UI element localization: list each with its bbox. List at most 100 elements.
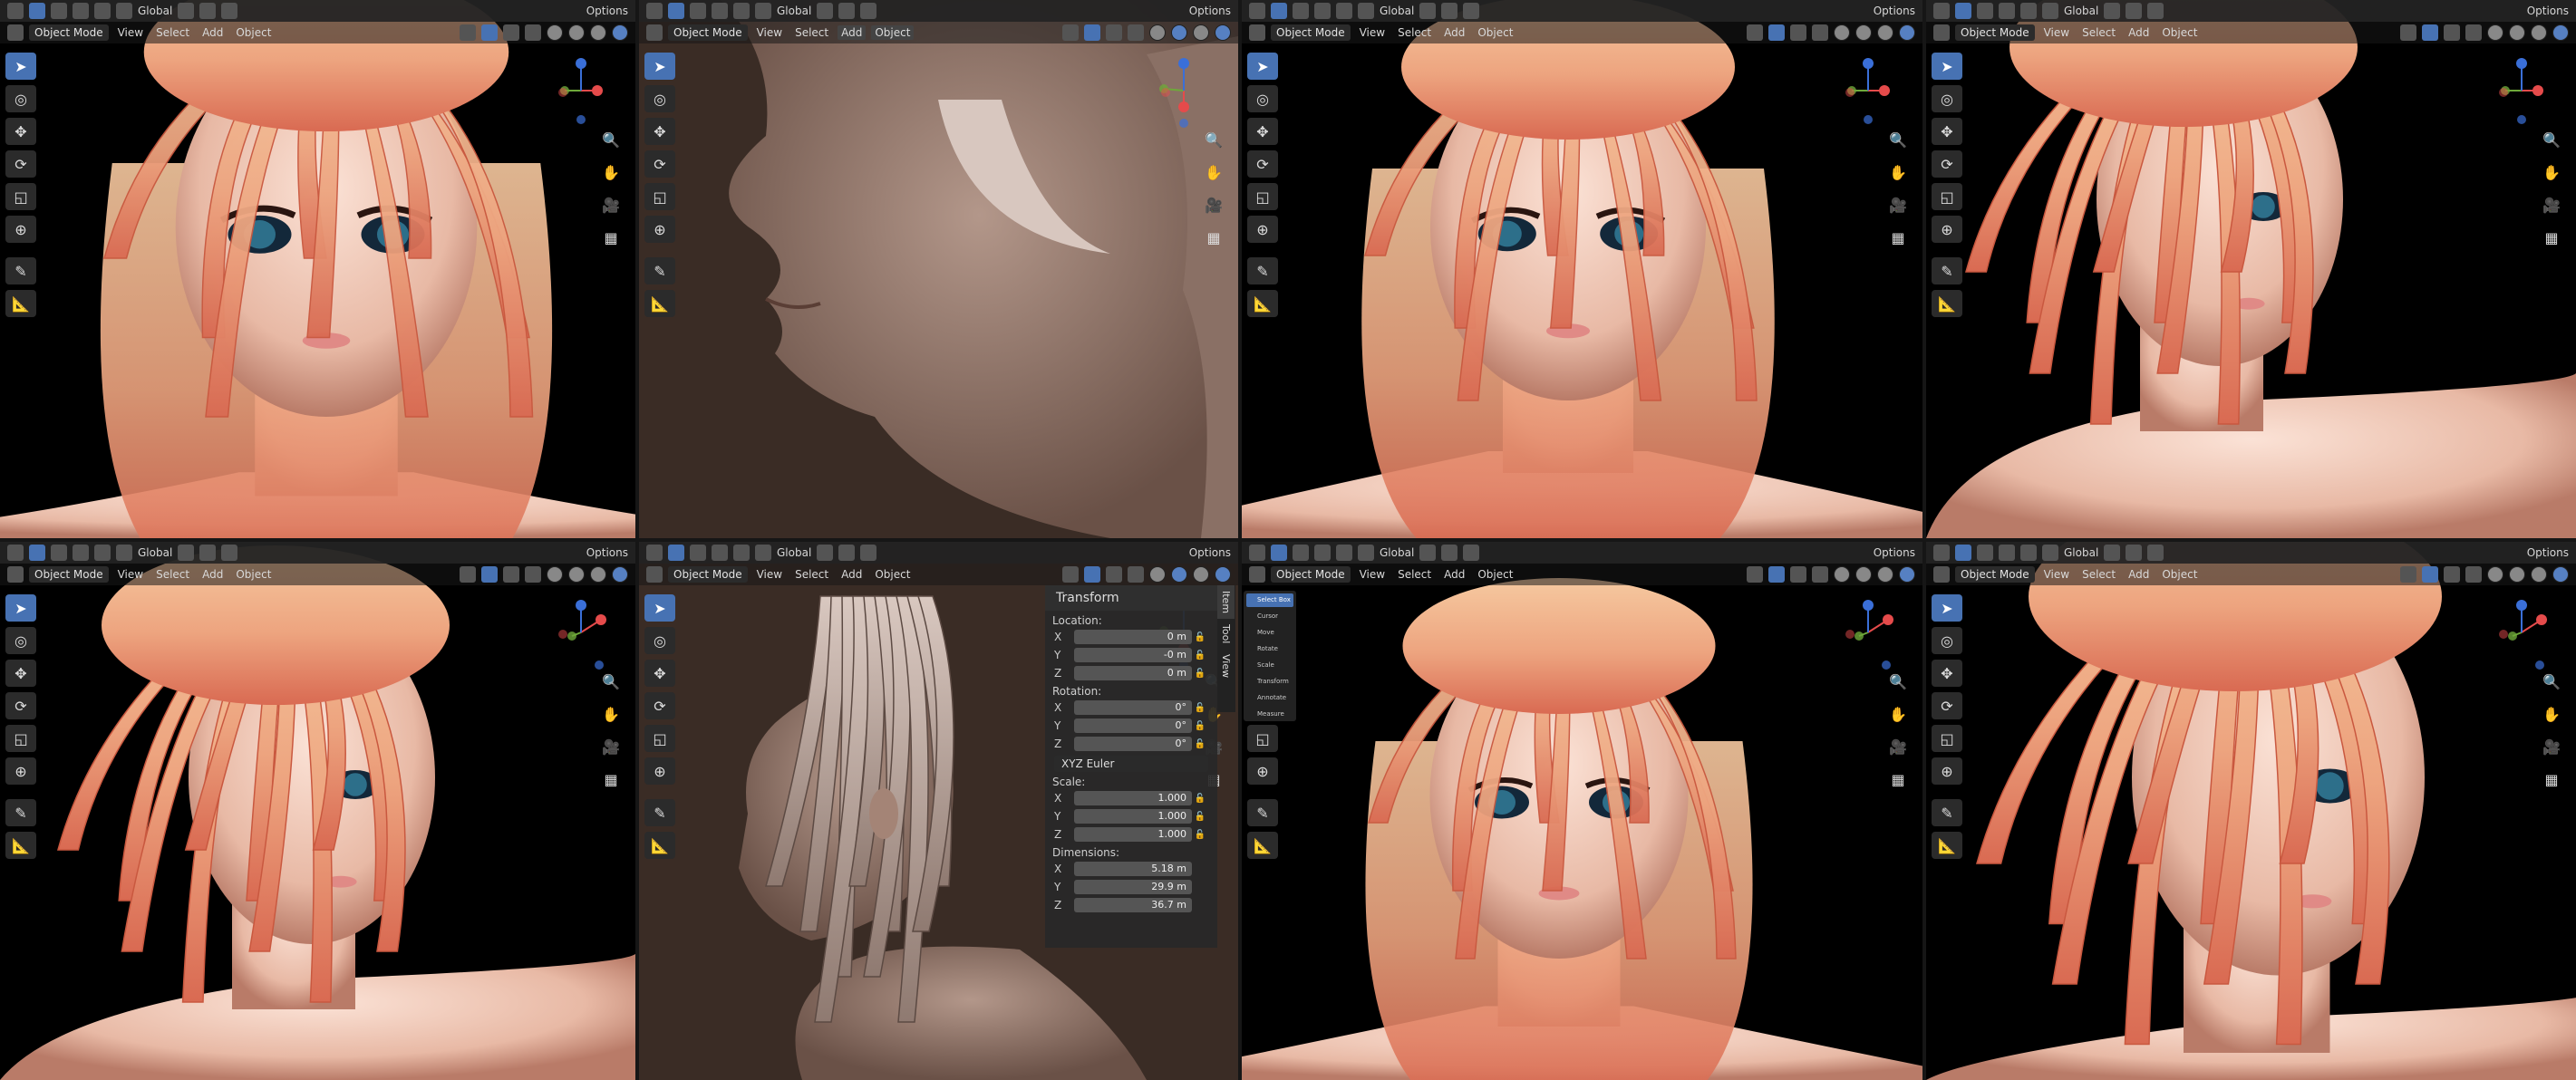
rotate-icon[interactable]: ⟳ [644, 150, 675, 178]
viewport-1[interactable]: Global Options Object Mode View Select Add Obj… [0, 0, 635, 538]
rotate-icon[interactable]: ⟳ [1932, 692, 1962, 719]
shading-solid-icon[interactable] [1855, 24, 1872, 41]
pencil-icon[interactable]: ✎ [1247, 799, 1278, 826]
menu-select[interactable]: Select [2078, 25, 2119, 40]
shading-material-icon[interactable] [2531, 566, 2547, 583]
menu-add[interactable]: Add [1440, 567, 1468, 582]
pencil-icon[interactable]: ✎ [5, 799, 36, 826]
transform-panel-title[interactable]: Transform [1045, 585, 1217, 611]
pivot-icon[interactable] [2104, 3, 2121, 19]
select-mode-icon[interactable] [1955, 3, 1971, 19]
lock-icon[interactable]: 🔓 [1192, 632, 1208, 642]
rotation-mode-dropdown[interactable]: XYZ Euler [1054, 756, 1208, 772]
lock-icon[interactable]: 🔓 [1192, 739, 1208, 749]
tab-view[interactable]: View [1217, 649, 1235, 683]
overlay-icon[interactable] [1106, 24, 1122, 41]
transform-icon[interactable]: ⊕ [644, 757, 675, 785]
overlay-icon[interactable] [1790, 24, 1806, 41]
mode-dropdown[interactable]: Object Mode [1271, 24, 1351, 41]
viewport-render[interactable] [1242, 0, 1922, 538]
location-x-field[interactable]: 0 m [1074, 630, 1192, 644]
magnifier-icon[interactable]: 🔍 [597, 127, 625, 152]
magnifier-icon[interactable]: 🔍 [2538, 669, 2565, 694]
pivot-icon[interactable] [1419, 545, 1437, 561]
move-icon[interactable]: ✥ [644, 118, 675, 145]
menu-object[interactable]: Object [1474, 25, 1516, 40]
shading-rendered-icon[interactable] [2552, 24, 2569, 41]
shading-solid-icon[interactable] [2509, 24, 2525, 41]
proportional-edit-icon[interactable] [1463, 545, 1480, 561]
gizmo-toggle-icon[interactable] [481, 24, 498, 41]
selection-mode-icon[interactable] [1336, 3, 1352, 19]
selection-mode-icon[interactable] [1293, 545, 1309, 561]
rotation-x-field[interactable]: 0° [1074, 700, 1192, 715]
tool-popup-select-box[interactable]: Select Box [1246, 593, 1293, 607]
rotation-y-row[interactable]: Y 0° 🔓 [1054, 718, 1208, 734]
editor-type-icon[interactable] [1933, 3, 1950, 19]
select-mode-icon[interactable] [29, 545, 45, 561]
options-dropdown[interactable]: Options [2527, 5, 2569, 17]
selection-mode-icon[interactable] [51, 3, 67, 19]
selection-mode-icon[interactable] [94, 545, 111, 561]
options-dropdown[interactable]: Options [1874, 5, 1915, 17]
menu-view[interactable]: View [2040, 25, 2073, 40]
transform-icon[interactable]: ⊕ [5, 216, 36, 243]
grid-icon[interactable]: ▦ [2538, 767, 2565, 792]
xray-icon[interactable] [525, 566, 541, 583]
visibility-icon[interactable] [1747, 566, 1763, 583]
camera-icon[interactable]: 🎥 [1884, 192, 1912, 217]
transform-icon[interactable]: ⊕ [1247, 757, 1278, 785]
tool-popup-move[interactable]: Move [1246, 626, 1293, 640]
snap-icon[interactable] [199, 3, 217, 19]
lock-icon[interactable]: 🔓 [1192, 812, 1208, 822]
pencil-icon[interactable]: ✎ [644, 799, 675, 826]
hand-icon[interactable]: ✋ [2538, 159, 2565, 185]
pencil-icon[interactable]: ✎ [1932, 799, 1962, 826]
mode-dropdown[interactable]: Object Mode [1271, 566, 1351, 583]
selection-mode-icon[interactable] [1314, 545, 1331, 561]
proportional-edit-icon[interactable] [221, 545, 238, 561]
transform-orientation-dropdown[interactable]: Global [2064, 546, 2098, 559]
scale-icon[interactable]: ◱ [5, 183, 36, 210]
menu-add[interactable]: Add [1440, 25, 1468, 40]
ruler-icon[interactable]: 📐 [1932, 832, 1962, 859]
rotate-icon[interactable]: ⟳ [5, 150, 36, 178]
transform-orientation-dropdown[interactable]: Global [777, 5, 811, 17]
selection-mode-icon[interactable] [712, 3, 728, 19]
menu-select[interactable]: Select [152, 25, 193, 40]
axis-gizmo[interactable] [1832, 594, 1904, 676]
location-x-row[interactable]: X 0 m 🔓 [1054, 629, 1208, 645]
grid-icon[interactable]: ▦ [2538, 225, 2565, 250]
xray-icon[interactable] [525, 24, 541, 41]
transform-icon[interactable]: ⊕ [1932, 757, 1962, 785]
transform-orientation-dropdown[interactable]: Global [777, 546, 811, 559]
location-z-field[interactable]: 0 m [1074, 666, 1192, 680]
proportional-edit-icon[interactable] [860, 545, 877, 561]
transform-orientation-dropdown[interactable]: Global [138, 546, 172, 559]
menu-select[interactable]: Select [1394, 567, 1435, 582]
menu-view[interactable]: View [1356, 25, 1389, 40]
viewport-4[interactable]: Global Options Object Mode View Select Add Obj… [1926, 0, 2576, 538]
viewport-render[interactable] [0, 542, 635, 1080]
selection-mode-icon[interactable] [2020, 3, 2037, 19]
magnifier-icon[interactable]: 🔍 [597, 669, 625, 694]
proportional-edit-icon[interactable] [2147, 545, 2164, 561]
selection-mode-icon[interactable] [1977, 3, 1993, 19]
editor-type-icon[interactable] [1933, 566, 1950, 583]
menu-object[interactable]: Object [2158, 25, 2201, 40]
selection-mode-icon[interactable] [1336, 545, 1352, 561]
hand-icon[interactable]: ✋ [2538, 701, 2565, 727]
navigation-gizmo[interactable] [1832, 594, 1904, 676]
scale-icon[interactable]: ◱ [644, 183, 675, 210]
tab-item[interactable]: Item [1217, 585, 1235, 620]
snap-icon[interactable] [838, 3, 856, 19]
menu-view[interactable]: View [114, 567, 147, 582]
shading-wireframe-icon[interactable] [547, 566, 563, 583]
selection-mode-icon[interactable] [73, 545, 89, 561]
pivot-icon[interactable] [178, 3, 195, 19]
shading-wireframe-icon[interactable] [1834, 566, 1850, 583]
lock-icon[interactable]: 🔓 [1192, 830, 1208, 840]
shading-wireframe-icon[interactable] [2487, 566, 2503, 583]
ruler-icon[interactable]: 📐 [644, 832, 675, 859]
selection-mode-icon[interactable] [94, 3, 111, 19]
